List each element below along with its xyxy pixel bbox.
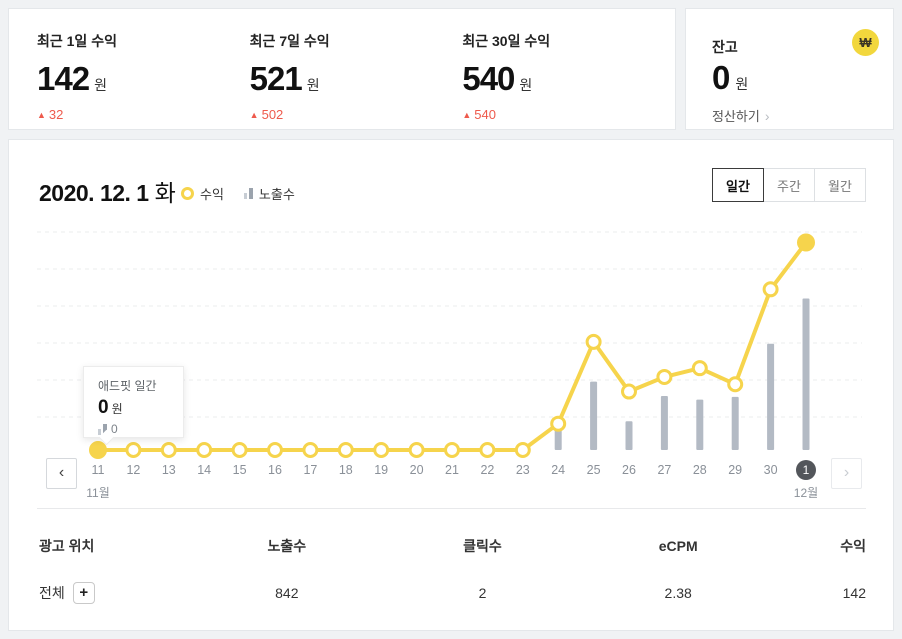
- axis-day[interactable]: 25: [576, 460, 612, 480]
- up-arrow-icon: ▲: [462, 110, 472, 120]
- prev-arrow-button[interactable]: ‹: [46, 458, 77, 489]
- balance-card: 잔고 ₩ 0원 정산하기 ›: [685, 8, 894, 130]
- axis-day[interactable]: 16: [257, 460, 293, 480]
- col-header-impressions: 노출수: [267, 538, 307, 554]
- balance-value: 0원: [712, 59, 749, 96]
- balance-label: 잔고: [712, 39, 738, 55]
- summary-row: 최근 1일 수익 142 원 ▲ 32 최근 7일 수익 521 원 ▲ 502 최근 …: [8, 8, 894, 130]
- row-name: 전체: [39, 585, 65, 601]
- axis-day[interactable]: 20: [399, 460, 435, 480]
- stat-value: 540 원: [462, 60, 533, 97]
- table-row: 전체 + 842 2 2.38 142: [39, 582, 866, 604]
- stat-label: 최근 30일 수익: [462, 33, 551, 49]
- axis-day[interactable]: 18: [328, 460, 364, 480]
- revenue-ring-icon: [181, 187, 194, 200]
- col-header-placement: 광고 위치: [39, 538, 95, 554]
- chart-tooltip: 애드핏 일간 0원 0: [83, 366, 184, 438]
- up-arrow-icon: ▲: [249, 110, 259, 120]
- axis-day[interactable]: 26: [611, 460, 647, 480]
- axis-month-label: 12월: [793, 486, 819, 500]
- axis-day[interactable]: 12: [115, 460, 151, 480]
- range-tabs: 일간 주간 월간: [712, 168, 866, 202]
- won-badge-icon: ₩: [852, 29, 879, 56]
- axis-day[interactable]: 15: [222, 460, 258, 480]
- tab-daily[interactable]: 일간: [712, 168, 764, 202]
- axis-day[interactable]: 27: [646, 460, 682, 480]
- col-header-revenue: 수익: [840, 538, 866, 554]
- axis-day[interactable]: 29: [717, 460, 753, 480]
- section-divider: [37, 508, 866, 509]
- axis-day[interactable]: 11: [80, 460, 116, 480]
- tab-weekly[interactable]: 주간: [763, 168, 815, 202]
- tab-monthly[interactable]: 월간: [814, 168, 866, 202]
- stat-recent-30day: 최근 30일 수익 540 원 ▲ 540: [462, 31, 675, 129]
- stat-value: 521 원: [249, 60, 320, 97]
- settle-link[interactable]: 정산하기 ›: [712, 106, 770, 125]
- axis-day[interactable]: 24: [540, 460, 576, 480]
- expand-row-button[interactable]: +: [72, 582, 95, 604]
- axis-day[interactable]: 22: [469, 460, 505, 480]
- col-header-ecpm: eCPM: [658, 538, 698, 554]
- axis-month-label: 11월: [86, 486, 110, 500]
- revenue-summary-card: 최근 1일 수익 142 원 ▲ 32 최근 7일 수익 521 원 ▲ 502 최근 …: [8, 8, 676, 130]
- cell-ecpm: 2.38: [664, 585, 692, 601]
- tooltip-value: 0원: [98, 397, 123, 418]
- stat-label: 최근 1일 수익: [37, 33, 117, 49]
- stat-delta: ▲ 502: [249, 107, 284, 122]
- axis-day[interactable]: 17: [292, 460, 328, 480]
- x-axis: 11 12 13 14 15 16 17 18 19 20 21 22 23 24 25 26 27 28 29 30…: [9, 460, 893, 510]
- chart-panel: 2020. 12. 1화 수익 노출수 일간 주간 월간 11 12 13 14 15 1…: [8, 139, 894, 631]
- axis-day[interactable]: 19: [363, 460, 399, 480]
- cell-impressions: 842: [275, 585, 299, 601]
- axis-day[interactable]: 23: [505, 460, 541, 480]
- cell-clicks: 2: [478, 585, 487, 601]
- stat-label: 최근 7일 수익: [249, 33, 330, 49]
- axis-day[interactable]: 30: [753, 460, 789, 480]
- axis-day-selected[interactable]: 1: [796, 460, 816, 480]
- tooltip-title: 애드핏 일간: [98, 379, 157, 393]
- impressions-bars-icon: [243, 188, 253, 199]
- tooltip-impressions: 0: [98, 422, 183, 436]
- axis-day[interactable]: 14: [186, 460, 222, 480]
- next-arrow-button[interactable]: ›: [831, 458, 862, 489]
- axis-day[interactable]: 28: [682, 460, 718, 480]
- stat-recent-7day: 최근 7일 수익 521 원 ▲ 502: [250, 31, 463, 129]
- chevron-right-icon: ›: [764, 107, 770, 124]
- cell-revenue: 142: [842, 585, 866, 601]
- stat-delta: ▲ 540: [462, 107, 496, 122]
- stat-recent-1day: 최근 1일 수익 142 원 ▲ 32: [37, 31, 250, 129]
- col-header-clicks: 클릭수: [463, 538, 502, 554]
- stat-value: 142 원: [37, 60, 107, 97]
- axis-day[interactable]: 21: [434, 460, 470, 480]
- axis-day[interactable]: 13: [151, 460, 187, 480]
- stat-delta: ▲ 32: [37, 107, 64, 122]
- up-arrow-icon: ▲: [37, 110, 46, 120]
- placement-table: 광고 위치 노출수 클릭수 eCPM 수익 전체 + 842 2 2.38 14…: [39, 536, 866, 604]
- impressions-bars-icon: [98, 423, 107, 435]
- table-header-row: 광고 위치 노출수 클릭수 eCPM 수익: [39, 536, 866, 556]
